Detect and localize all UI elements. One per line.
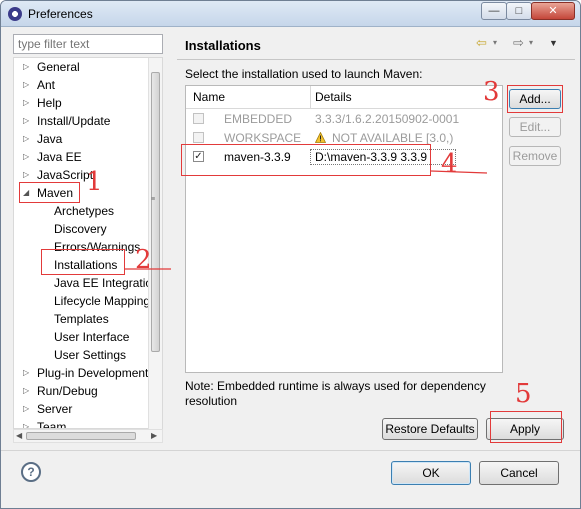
preferences-window: Preferences — □ ✕ ▷General▷Ant▷Help▷Inst…	[0, 0, 581, 509]
annotation-strokes	[125, 170, 488, 270]
